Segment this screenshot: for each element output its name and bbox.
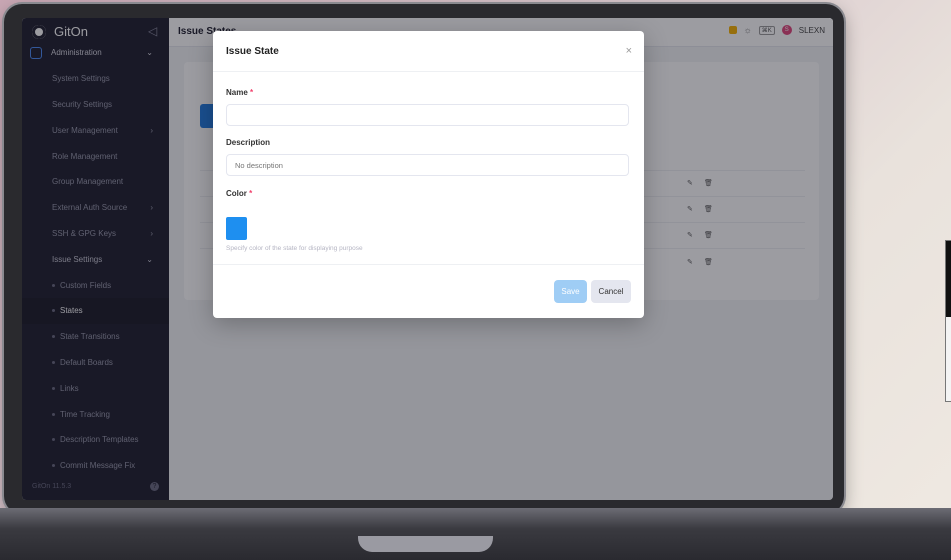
description-label: Description — [226, 138, 271, 147]
name-input[interactable] — [226, 104, 629, 126]
laptop-notch — [358, 536, 493, 552]
dialog-header: Issue State × — [213, 31, 644, 72]
background-object — [945, 240, 951, 402]
close-icon[interactable]: × — [626, 45, 632, 57]
cancel-button[interactable]: Cancel — [591, 280, 631, 303]
dialog-divider — [213, 264, 644, 265]
issue-state-dialog: Issue State × Name * Description Color *… — [213, 31, 644, 318]
color-picker[interactable] — [226, 217, 247, 240]
screen: GitOn ◁ Administration ⌄ System Settings… — [22, 18, 833, 500]
laptop-frame: GitOn ◁ Administration ⌄ System Settings… — [4, 4, 844, 514]
laptop-base — [0, 508, 951, 560]
name-label: Name * — [226, 88, 254, 97]
description-input[interactable] — [226, 154, 629, 176]
save-button[interactable]: Save — [554, 280, 587, 303]
dialog-title: Issue State — [226, 46, 279, 57]
color-hint: Specify color of the state for displayin… — [226, 245, 363, 252]
color-label: Color * — [226, 189, 253, 198]
